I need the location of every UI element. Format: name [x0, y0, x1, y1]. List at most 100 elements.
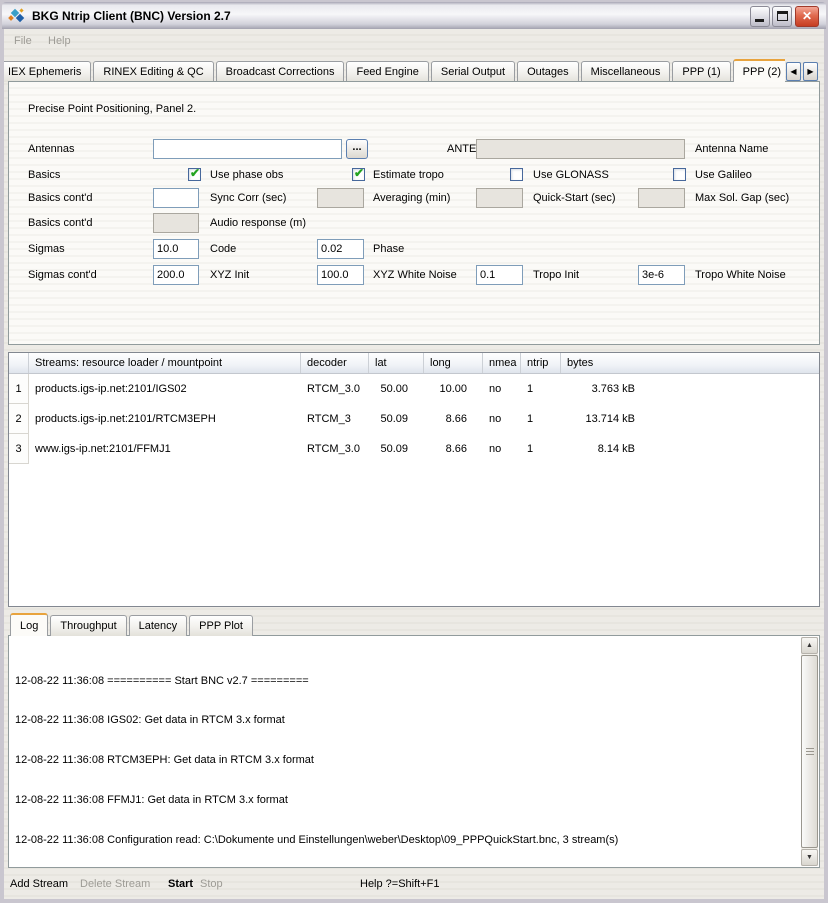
ppp2-panel: Precise Point Positioning, Panel 2. Ante…	[8, 81, 820, 345]
log-line: 12-08-22 11:36:08 IGS02: Get data in RTC…	[15, 714, 799, 727]
header-nmea[interactable]: nmea	[483, 353, 521, 373]
audio-response-input	[153, 213, 199, 233]
sigma-phase-label: Phase	[373, 243, 404, 255]
minimize-icon	[755, 19, 764, 22]
use-galileo-label: Use Galileo	[695, 169, 752, 181]
sync-corr-input[interactable]	[153, 188, 199, 208]
tab-scroll-left-button[interactable]: ◀	[786, 62, 801, 81]
sigmas-contd-label: Sigmas cont'd	[28, 269, 97, 281]
cell-long: 10.00	[424, 383, 483, 395]
cell-lat: 50.00	[369, 383, 424, 395]
cell-decoder: RTCM_3	[301, 413, 369, 425]
tab-feed-engine[interactable]: Feed Engine	[346, 61, 428, 82]
tab-ppp-1[interactable]: PPP (1)	[672, 61, 730, 82]
cell-long: 8.66	[424, 443, 483, 455]
menu-bar: File Help	[4, 31, 824, 53]
antennas-label: Antennas	[28, 143, 74, 155]
sigmas-label: Sigmas	[28, 243, 65, 255]
minimize-button[interactable]	[750, 6, 770, 27]
tab-rinex-editing-qc[interactable]: RINEX Editing & QC	[93, 61, 213, 82]
maximize-icon	[777, 11, 788, 21]
cell-lat: 50.09	[369, 443, 424, 455]
streams-table: Streams: resource loader / mountpoint de…	[8, 352, 820, 607]
log-scrollbar[interactable]: ▲ ▼	[801, 637, 818, 866]
use-glonass-label: Use GLONASS	[533, 169, 609, 181]
menu-help[interactable]: Help	[48, 35, 71, 47]
row-number: 1	[9, 374, 29, 404]
menu-file[interactable]: File	[14, 35, 32, 47]
sigma-phase-input[interactable]	[317, 239, 364, 259]
header-decoder[interactable]: decoder	[301, 353, 369, 373]
start-button[interactable]: Start	[168, 878, 193, 890]
scrollbar-thumb[interactable]	[801, 655, 818, 848]
cell-long: 8.66	[424, 413, 483, 425]
scroll-up-button[interactable]: ▲	[801, 637, 818, 654]
log-line: 12-08-22 11:36:08 RTCM3EPH: Get data in …	[15, 754, 799, 767]
scroll-down-button[interactable]: ▼	[801, 849, 818, 866]
maximize-button[interactable]	[772, 6, 792, 27]
log-area[interactable]: 12-08-22 11:36:08 ========== Start BNC v…	[8, 635, 820, 868]
tab-outages[interactable]: Outages	[517, 61, 579, 82]
close-button[interactable]: ✕	[795, 6, 819, 27]
cell-bytes: 13.714 kB	[561, 413, 819, 425]
xyz-white-noise-input[interactable]	[317, 265, 364, 285]
header-long[interactable]: long	[424, 353, 483, 373]
estimate-tropo-checkbox[interactable]: ✔	[352, 168, 365, 181]
title-bar[interactable]: BKG Ntrip Client (BNC) Version 2.7 ✕	[2, 2, 826, 29]
log-line: 12-08-22 11:36:08 ========== Start BNC v…	[15, 675, 799, 688]
tab-scroll-right-button[interactable]: ▶	[803, 62, 818, 81]
scroll-up-icon: ▲	[806, 642, 813, 649]
antennas-input[interactable]	[153, 139, 342, 159]
scroll-down-icon: ▼	[806, 854, 813, 861]
header-ntrip[interactable]: ntrip	[521, 353, 561, 373]
use-phase-obs-checkbox[interactable]: ✔	[188, 168, 201, 181]
check-icon: ✔	[190, 166, 200, 180]
tab-log[interactable]: Log	[10, 613, 48, 636]
add-stream-button[interactable]: Add Stream	[10, 878, 68, 890]
cell-bytes: 3.763 kB	[561, 383, 819, 395]
tab-serial-output[interactable]: Serial Output	[431, 61, 515, 82]
antex-browse-button[interactable]: ...	[346, 139, 368, 159]
header-bytes[interactable]: bytes	[561, 353, 819, 373]
tropo-white-noise-label: Tropo White Noise	[695, 269, 786, 281]
averaging-label: Averaging (min)	[373, 192, 450, 204]
max-sol-gap-label: Max Sol. Gap (sec)	[695, 192, 789, 204]
header-lat[interactable]: lat	[369, 353, 424, 373]
tropo-white-noise-input[interactable]	[638, 265, 685, 285]
bottom-tab-bar: Log Throughput Latency PPP Plot	[10, 613, 255, 636]
window-title: BKG Ntrip Client (BNC) Version 2.7	[32, 9, 231, 23]
tab-broadcast-corrections[interactable]: Broadcast Corrections	[216, 61, 345, 82]
sigma-code-input[interactable]	[153, 239, 199, 259]
use-galileo-checkbox[interactable]	[673, 168, 686, 181]
table-row[interactable]: 2 products.igs-ip.net:2101/RTCM3EPH RTCM…	[9, 404, 819, 434]
xyz-init-input[interactable]	[153, 265, 199, 285]
xyz-white-noise-label: XYZ White Noise	[373, 269, 457, 281]
tab-latency[interactable]: Latency	[129, 615, 188, 636]
delete-stream-button[interactable]: Delete Stream	[80, 878, 150, 890]
cell-decoder: RTCM_3.0	[301, 443, 369, 455]
header-corner	[9, 353, 29, 373]
averaging-input	[317, 188, 364, 208]
table-row[interactable]: 1 products.igs-ip.net:2101/IGS02 RTCM_3.…	[9, 374, 819, 404]
tropo-init-input[interactable]	[476, 265, 523, 285]
stop-button[interactable]: Stop	[200, 878, 223, 890]
tab-throughput[interactable]: Throughput	[50, 615, 126, 636]
tab-miscellaneous[interactable]: Miscellaneous	[581, 61, 671, 82]
basics-label: Basics	[28, 169, 60, 181]
thumb-grip-icon	[806, 748, 814, 756]
streams-table-header: Streams: resource loader / mountpoint de…	[9, 353, 819, 374]
use-glonass-checkbox[interactable]	[510, 168, 523, 181]
tab-ppp-2[interactable]: PPP (2)	[733, 59, 785, 82]
app-icon	[8, 8, 26, 24]
header-mountpoint[interactable]: Streams: resource loader / mountpoint	[29, 353, 301, 373]
quick-start-input	[476, 188, 523, 208]
bnc-window: BKG Ntrip Client (BNC) Version 2.7 ✕ Fil…	[0, 0, 828, 903]
log-line: 12-08-22 11:36:08 Configuration read: C:…	[15, 834, 799, 847]
table-row[interactable]: 3 www.igs-ip.net:2101/FFMJ1 RTCM_3.0 50.…	[9, 434, 819, 464]
antenna-name-label: Antenna Name	[695, 143, 768, 155]
panel-caption: Precise Point Positioning, Panel 2.	[28, 103, 196, 115]
top-tab-bar: IEX Ephemeris RINEX Editing & QC Broadca…	[4, 59, 785, 82]
tab-rinex-ephemeris[interactable]: IEX Ephemeris	[4, 61, 91, 82]
tab-ppp-plot[interactable]: PPP Plot	[189, 615, 253, 636]
cell-lat: 50.09	[369, 413, 424, 425]
